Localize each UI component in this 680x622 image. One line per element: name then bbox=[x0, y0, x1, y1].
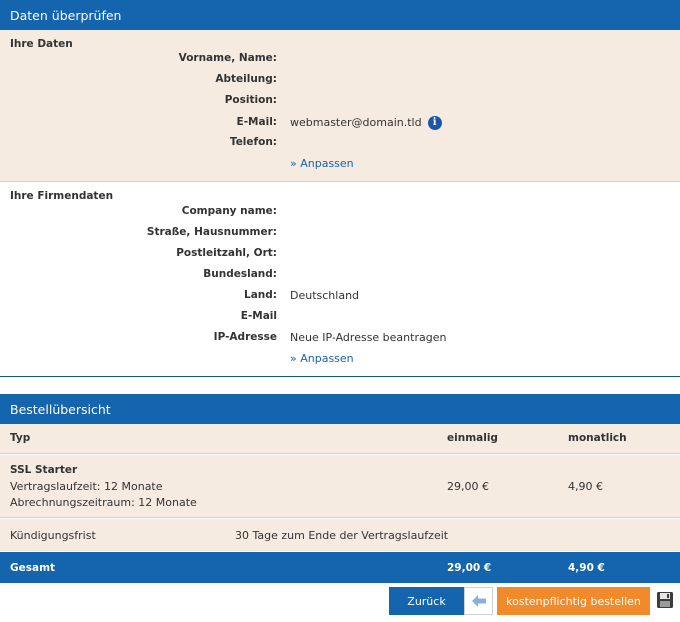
edit-company-link[interactable]: » Anpassen bbox=[290, 352, 354, 365]
order-table-header: Typ einmalig monatlich bbox=[0, 424, 680, 454]
field-label: Abteilung: bbox=[215, 73, 277, 85]
arrow-left-icon bbox=[471, 595, 486, 607]
total-once: 29,00 € bbox=[447, 562, 492, 574]
field-label: Vorname, Name: bbox=[178, 52, 277, 64]
field-label: IP-Adresse bbox=[213, 331, 277, 343]
page-header: Daten überprüfen bbox=[0, 0, 680, 30]
field-label: E-Mail bbox=[240, 310, 277, 322]
product-price-once: 29,00 € bbox=[447, 480, 489, 493]
personal-data-section: Ihre Daten Vorname, Name: Abteilung: Pos… bbox=[0, 30, 680, 182]
email-value: webmaster@domain.tld bbox=[290, 116, 422, 129]
floppy-disk-icon bbox=[657, 592, 673, 608]
field-label: Company name: bbox=[181, 205, 277, 217]
field-row-department: Abteilung: bbox=[0, 73, 680, 89]
field-value: Neue IP-Adresse beantragen bbox=[290, 331, 447, 344]
field-row-state: Bundesland: bbox=[0, 268, 680, 284]
field-row-company-name: Company name: bbox=[0, 205, 680, 221]
field-label: Land: bbox=[244, 289, 277, 301]
page-title: Daten überprüfen bbox=[10, 7, 122, 23]
company-data-section: Ihre Firmendaten Company name: Straße, H… bbox=[0, 183, 680, 377]
column-monthly: monatlich bbox=[568, 432, 627, 444]
field-row-name: Vorname, Name: bbox=[0, 52, 680, 68]
field-row-position: Position: bbox=[0, 94, 680, 110]
field-label: E-Mail: bbox=[236, 116, 277, 128]
product-billing-period: Abrechnungszeitraum: 12 Monate bbox=[10, 496, 197, 509]
field-label: Telefon: bbox=[229, 136, 277, 148]
field-value: Deutschland bbox=[290, 289, 360, 302]
field-row-phone: Telefon: bbox=[0, 136, 680, 152]
field-row-ip-address: IP-Adresse Neue IP-Adresse beantragen bbox=[0, 331, 680, 347]
field-row-street: Straße, Hausnummer: bbox=[0, 226, 680, 242]
cancellation-label: Kündigungsfrist bbox=[10, 529, 96, 542]
column-once: einmalig bbox=[447, 432, 498, 444]
total-label: Gesamt bbox=[10, 562, 56, 574]
field-label: Postleitzahl, Ort: bbox=[176, 247, 277, 259]
info-icon[interactable]: i bbox=[427, 116, 442, 130]
column-type: Typ bbox=[10, 432, 31, 444]
cancellation-value: 30 Tage zum Ende der Vertragslaufzeit bbox=[235, 529, 449, 542]
field-row-zip-city: Postleitzahl, Ort: bbox=[0, 247, 680, 263]
field-value: webmaster@domain.tld i bbox=[290, 116, 442, 130]
field-row-company-email: E-Mail bbox=[0, 310, 680, 326]
product-contract-term: Vertragslaufzeit: 12 Monate bbox=[10, 480, 163, 493]
save-icon[interactable] bbox=[656, 591, 674, 609]
product-name: SSL Starter bbox=[10, 464, 78, 476]
order-overview-title: Bestellübersicht bbox=[10, 401, 111, 417]
field-label: Position: bbox=[224, 94, 277, 106]
product-price-monthly: 4,90 € bbox=[568, 480, 603, 493]
field-label: Straße, Hausnummer: bbox=[146, 226, 277, 238]
back-button[interactable]: Zurück bbox=[389, 587, 464, 615]
personal-section-title: Ihre Daten bbox=[10, 38, 73, 50]
table-row: Kündigungsfrist 30 Tage zum Ende der Ver… bbox=[0, 519, 680, 551]
back-arrow-button[interactable] bbox=[464, 587, 493, 615]
field-row-email: E-Mail: webmaster@domain.tld i bbox=[0, 116, 680, 132]
total-row: Gesamt 29,00 € 4,90 € bbox=[0, 552, 680, 583]
order-overview-header: Bestellübersicht bbox=[0, 394, 680, 424]
order-button[interactable]: kostenpflichtig bestellen bbox=[497, 587, 650, 615]
total-monthly: 4,90 € bbox=[568, 562, 605, 574]
company-section-title: Ihre Firmendaten bbox=[10, 190, 114, 202]
field-row-country: Land: Deutschland bbox=[0, 289, 680, 305]
field-label: Bundesland: bbox=[203, 268, 277, 280]
edit-personal-link[interactable]: » Anpassen bbox=[290, 157, 354, 170]
table-row: SSL Starter Vertragslaufzeit: 12 Monate … bbox=[0, 455, 680, 518]
